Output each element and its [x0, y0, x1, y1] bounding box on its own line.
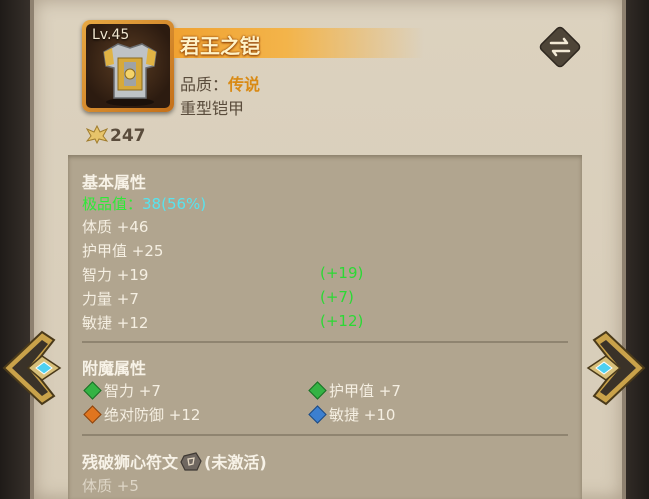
swap-arrows-icon	[539, 26, 581, 68]
best-value: 38(56%)	[142, 195, 206, 213]
stat-bonus: (+19)	[320, 264, 363, 282]
enchant-stat: 敏捷 +10	[329, 404, 395, 425]
enchant-stat: 绝对防御 +12	[104, 404, 200, 425]
stat-row: 体质 +46	[82, 216, 148, 237]
quality-value: 传说	[228, 75, 260, 94]
swap-button[interactable]	[538, 25, 582, 69]
best-value-row: 极品值：38(56%)	[82, 193, 206, 214]
stats-box: 基本属性 极品值：38(56%) 体质 +46 护甲值 +25 智力 +19 (…	[68, 155, 582, 499]
stat-row: 力量 +7	[82, 288, 139, 309]
rune-stat: 体质 +5	[82, 475, 139, 496]
enchant-heading: 附魔属性	[82, 355, 146, 379]
best-label: 极品值：	[82, 195, 142, 213]
stat-bonus: (+7)	[320, 288, 354, 306]
divider	[82, 434, 568, 436]
power-value: 247	[110, 126, 146, 146]
enchant-stat: 智力 +7	[104, 380, 161, 401]
rune-row: 残破狮心符文 (未激活)	[82, 449, 267, 473]
item-type: 重型铠甲	[180, 95, 244, 119]
rune-name: 残破狮心符文	[82, 453, 178, 472]
enchant-stat: 护甲值 +7	[329, 380, 401, 401]
quality-label: 品质：	[180, 75, 228, 94]
green-gem-icon	[83, 381, 101, 399]
stat-bonus: (+12)	[320, 312, 363, 330]
armor-icon	[96, 38, 164, 108]
basic-heading: 基本属性	[82, 169, 146, 193]
stat-row: 护甲值 +25	[82, 240, 163, 261]
green-gem-icon	[308, 381, 326, 399]
prev-item-button[interactable]	[2, 326, 80, 410]
next-item-button[interactable]	[568, 326, 646, 410]
orange-gem-icon	[83, 405, 101, 423]
item-quality: 品质：传说	[180, 71, 260, 95]
rune-stone-icon	[180, 452, 202, 472]
power-wings-icon	[86, 124, 108, 144]
divider	[82, 341, 568, 343]
stat-row: 敏捷 +12	[82, 312, 148, 333]
item-level: Lv.45	[92, 27, 129, 43]
item-name: 君王之铠	[180, 30, 260, 59]
stat-row: 智力 +19	[82, 264, 148, 285]
arrow-left-icon	[4, 332, 60, 404]
item-portrait[interactable]: Lv.45	[82, 20, 174, 112]
rune-status: (未激活)	[204, 453, 267, 472]
blue-gem-icon	[308, 405, 326, 423]
arrow-right-icon	[588, 332, 644, 404]
